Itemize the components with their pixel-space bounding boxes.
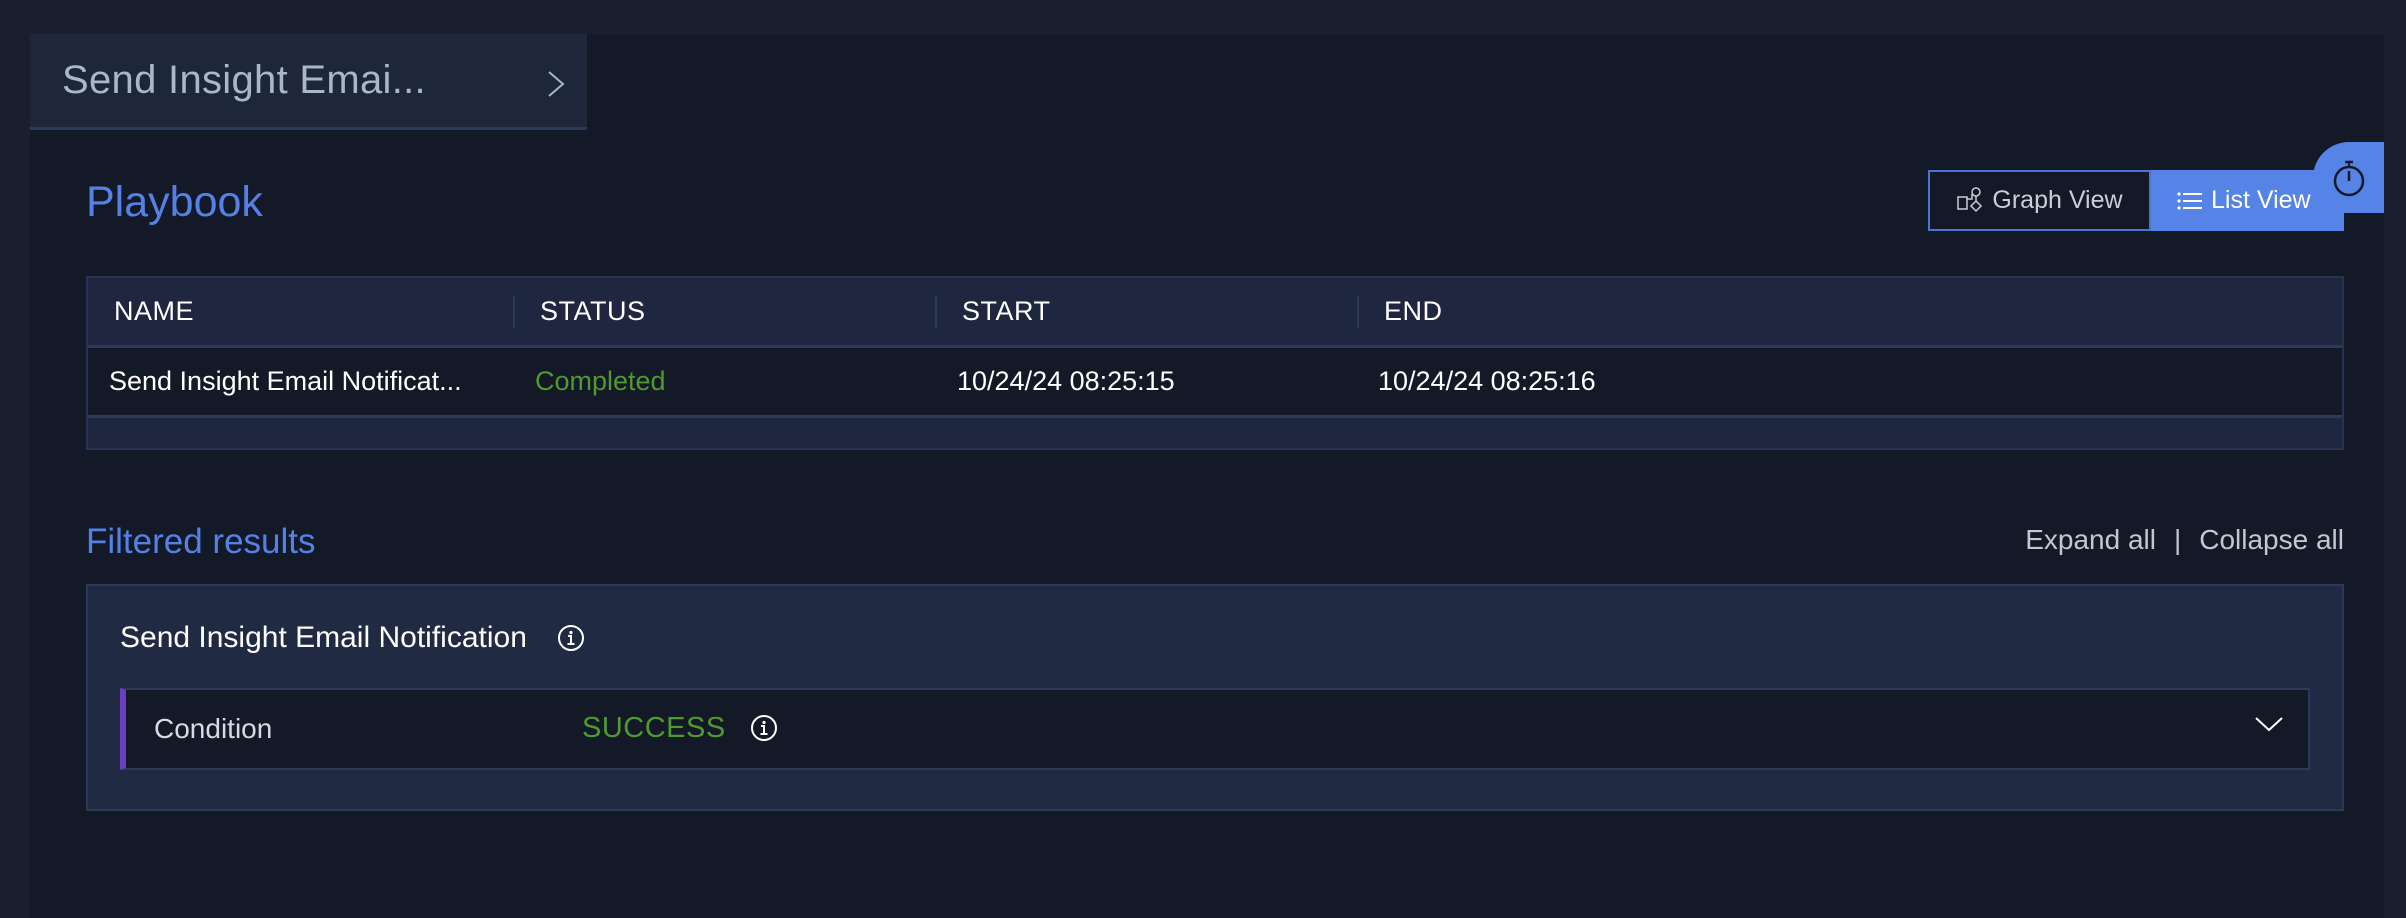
column-header-status[interactable]: STATUS — [540, 278, 646, 345]
timer-button[interactable] — [2313, 142, 2384, 213]
collapse-all-link[interactable]: Collapse all — [2199, 524, 2344, 556]
column-divider[interactable] — [935, 296, 937, 328]
column-header-name[interactable]: NAME — [114, 278, 194, 345]
condition-status: SUCCESS — [582, 690, 778, 766]
chevron-right-icon — [548, 71, 565, 97]
expand-collapse-controls: Expand all | Collapse all — [2025, 524, 2344, 556]
expand-all-link[interactable]: Expand all — [2025, 524, 2156, 556]
column-divider[interactable] — [1357, 296, 1359, 328]
view-toggle: Graph View List View — [1928, 170, 2344, 231]
result-card: Send Insight Email Notification Conditio… — [86, 584, 2344, 811]
condition-label: Condition — [154, 713, 273, 744]
graph-view-button[interactable]: Graph View — [1928, 170, 2151, 231]
column-header-start[interactable]: START — [962, 278, 1051, 345]
result-card-header: Send Insight Email Notification — [120, 618, 585, 658]
page-title: Playbook — [86, 178, 263, 226]
info-icon[interactable] — [750, 714, 778, 742]
condition-row[interactable]: Condition SUCCESS — [120, 688, 2310, 770]
result-card-title: Send Insight Email Notification — [120, 621, 527, 654]
stopwatch-icon — [2333, 160, 2364, 196]
breadcrumb-label: Send Insight Emai... — [62, 58, 426, 102]
list-view-label: List View — [2211, 186, 2311, 214]
table-header: NAME STATUS START END — [88, 278, 2342, 348]
cell-status: Completed — [535, 366, 666, 396]
chevron-down-icon[interactable] — [2254, 714, 2284, 736]
divider: | — [2173, 524, 2182, 555]
info-icon[interactable] — [557, 624, 585, 652]
filtered-results-title: Filtered results — [86, 522, 316, 561]
column-header-end[interactable]: END — [1384, 278, 1443, 345]
cell-start: 10/24/24 08:25:15 — [957, 366, 1175, 396]
graph-view-label: Graph View — [1992, 186, 2123, 214]
breadcrumb-playbook[interactable]: Send Insight Emai... — [30, 34, 587, 130]
graph-view-icon — [1957, 186, 1983, 212]
cell-name: Send Insight Email Notificat... — [109, 366, 462, 396]
table-row[interactable]: Send Insight Email Notificat... Complete… — [88, 348, 2342, 418]
column-divider[interactable] — [513, 296, 515, 328]
cell-end: 10/24/24 08:25:16 — [1378, 366, 1596, 396]
list-view-icon — [2177, 191, 2202, 210]
playbook-table: NAME STATUS START END Send Insight Email… — [86, 276, 2344, 450]
condition-value: SUCCESS — [582, 711, 726, 744]
